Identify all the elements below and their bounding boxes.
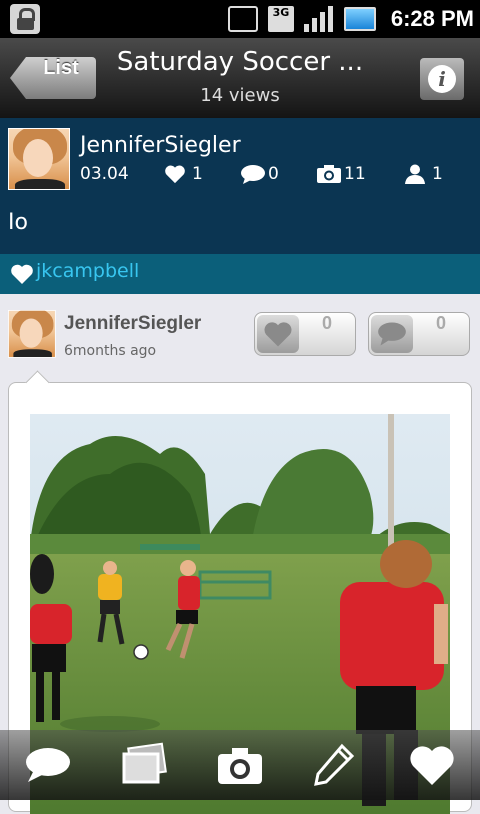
clock: 6:28 PM [390,6,474,31]
like-button[interactable]: 0 [254,312,356,356]
like-toolbar-button[interactable] [408,742,456,788]
post-author[interactable]: JenniferSiegler [80,132,320,160]
lock-icon [10,4,40,34]
back-button-label: List [43,57,79,79]
post-date: 03.04 [80,164,129,184]
album-post: JenniferSiegler 03.04 1 0 11 1 Io [0,118,480,254]
camera-button[interactable] [216,742,264,788]
title-bar: List Saturday Soccer ... 14 views i [0,38,480,118]
comment-icon [26,748,70,782]
add-comment-button[interactable] [24,742,72,788]
gallery-button[interactable] [120,742,168,788]
comment-button[interactable]: 0 [368,312,470,356]
heart-icon [11,264,33,284]
back-button[interactable]: List [10,57,96,99]
network-label: 3G [272,6,290,19]
info-icon: i [428,65,456,93]
likes-count: 1 [192,164,203,184]
signal-icon [304,6,336,32]
comment-icon [241,165,265,184]
comment-count: 0 [435,313,446,333]
camera-icon [317,165,341,183]
status-bar: 3G 6:28 PM [0,0,480,38]
vibrate-icon [228,6,258,32]
comment-icon [378,322,406,346]
likes-stat: 1 [164,162,224,186]
view-count: 14 views [200,85,280,106]
members-count: 1 [432,164,443,184]
liked-by-bar: jkcampbell [0,254,480,294]
comments-count: 0 [268,164,279,184]
edit-icon [314,743,355,786]
members-stat: 1 [404,162,464,186]
photo-author[interactable]: JenniferSiegler [64,310,244,338]
info-button[interactable]: i [420,58,464,100]
photos-count: 11 [344,164,366,184]
photo-post: JenniferSiegler 6months ago 0 0 [0,294,480,814]
heart-icon [165,165,185,184]
avatar[interactable] [8,128,70,190]
heart-icon [264,322,292,347]
person-icon [405,164,425,184]
post-body: Io [8,210,28,235]
heart-icon [410,746,454,785]
liked-by-user-link[interactable]: jkcampbell [36,260,139,288]
like-count: 0 [321,313,332,333]
page-title: Saturday Soccer ... [116,47,364,77]
gallery-icon [122,742,167,784]
edit-button[interactable] [312,742,360,788]
battery-icon [344,7,376,31]
comments-stat: 0 [240,162,300,186]
photo-timestamp: 6months ago [64,343,157,359]
avatar[interactable] [8,310,56,358]
camera-icon [218,748,262,784]
network-3g-icon: 3G [268,6,294,32]
photos-stat: 11 [316,162,386,186]
bottom-toolbar [0,730,480,800]
